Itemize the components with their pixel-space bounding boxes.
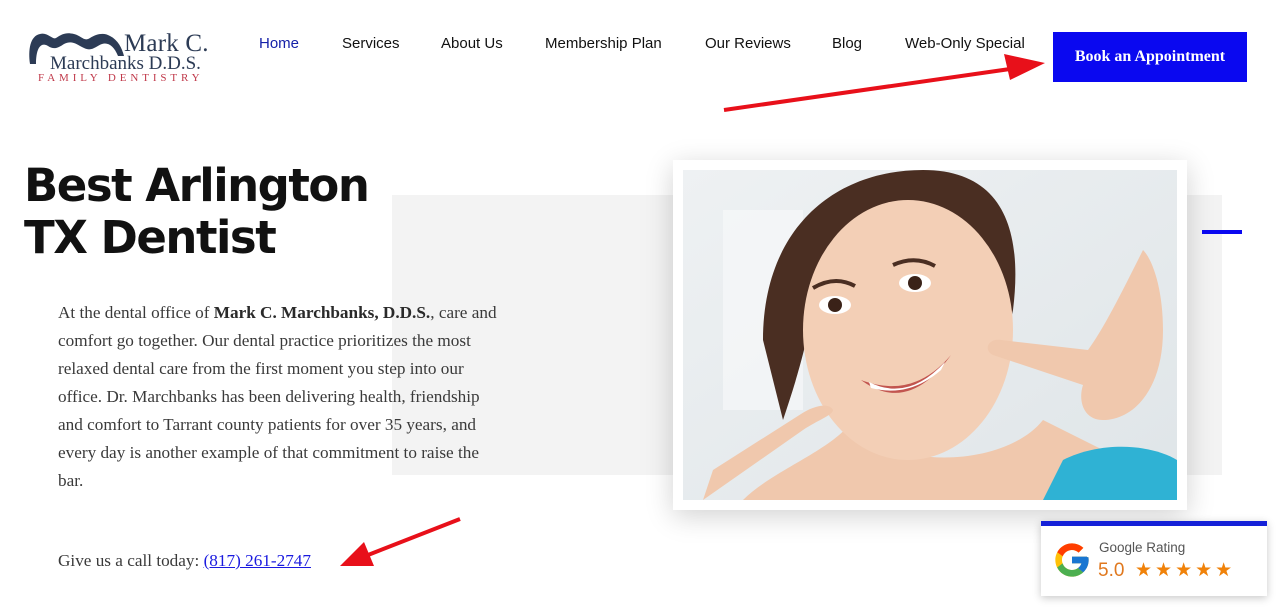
page-title: Best Arlington TX Dentist (24, 159, 370, 264)
site-logo[interactable]: Mark C. Marchbanks D.D.S. FAMILY DENTIST… (26, 26, 226, 88)
smiling-woman-image (683, 170, 1177, 500)
star-icon: ★★★★★ (1135, 560, 1236, 581)
intro-text-rest: , care and comfort go together. Our dent… (58, 303, 497, 490)
google-rating-badge[interactable]: Google Rating 5.0 ★★★★★ (1041, 521, 1267, 596)
call-line: Give us a call today: (817) 261-2747 (58, 551, 311, 571)
google-g-icon (1055, 543, 1089, 577)
nav-blog[interactable]: Blog (832, 35, 862, 52)
google-rating-score: 5.0 (1098, 560, 1125, 581)
nav-about-us[interactable]: About Us (441, 35, 503, 52)
phone-link[interactable]: (817) 261-2747 (204, 551, 311, 570)
dentist-name: Mark C. Marchbanks, D.D.S. (213, 303, 431, 322)
intro-paragraph: At the dental office of Mark C. Marchban… (58, 299, 498, 495)
nav-our-reviews[interactable]: Our Reviews (705, 35, 791, 52)
nav-membership-plan[interactable]: Membership Plan (545, 35, 662, 52)
google-rating-label: Google Rating (1099, 540, 1186, 555)
call-prefix: Give us a call today: (58, 551, 204, 570)
accent-dash (1202, 230, 1242, 234)
hero-photo (673, 160, 1187, 510)
book-appointment-button[interactable]: Book an Appointment (1053, 32, 1247, 82)
nav-services[interactable]: Services (342, 35, 400, 52)
intro-text-start: At the dental office of (58, 303, 214, 322)
arrow-annotation-icon (340, 517, 461, 566)
nav-home[interactable]: Home (259, 35, 299, 52)
logo-tagline: FAMILY DENTISTRY (38, 72, 204, 84)
nav-web-only-special[interactable]: Web-Only Special (905, 35, 1025, 52)
arrow-annotation-icon (723, 54, 1045, 112)
